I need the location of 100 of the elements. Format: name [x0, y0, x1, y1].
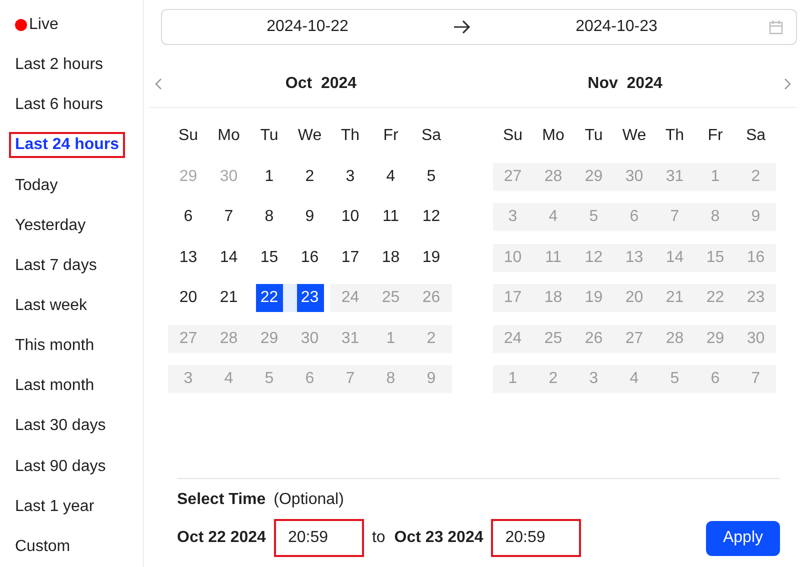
- calendar-day[interactable]: 3: [574, 365, 614, 393]
- calendar-day[interactable]: 6: [695, 365, 736, 393]
- calendar-day[interactable]: 2: [411, 324, 452, 352]
- calendar-day[interactable]: 20: [168, 284, 208, 312]
- date-range-field[interactable]: 2024-10-22 2024-10-23: [161, 9, 797, 45]
- calendar-day[interactable]: 7: [330, 365, 370, 393]
- range-preset[interactable]: Last month: [9, 373, 100, 400]
- calendar-day[interactable]: 9: [290, 203, 330, 231]
- calendar-day[interactable]: 16: [736, 244, 776, 272]
- calendar-day[interactable]: 8: [370, 365, 411, 393]
- calendar-day[interactable]: 27: [168, 324, 208, 352]
- calendar-day[interactable]: 24: [492, 324, 533, 352]
- calendar-day[interactable]: 17: [330, 244, 370, 272]
- calendar-day[interactable]: 7: [654, 203, 695, 231]
- range-preset[interactable]: Last 24 hours: [9, 132, 126, 158]
- calendar-day[interactable]: 5: [411, 162, 452, 190]
- range-preset[interactable]: Last 1 year: [9, 494, 100, 520]
- calendar-day[interactable]: 6: [168, 203, 208, 231]
- calendar-day[interactable]: 3: [492, 203, 533, 231]
- calendar-day[interactable]: 1: [695, 162, 736, 190]
- calendar-day[interactable]: 30: [290, 324, 330, 352]
- calendar-day[interactable]: 29: [574, 162, 614, 190]
- calendar-day[interactable]: 11: [370, 203, 411, 231]
- calendar-day[interactable]: 21: [208, 284, 249, 312]
- calendar-day[interactable]: 31: [330, 324, 370, 352]
- calendar-day[interactable]: 1: [249, 162, 290, 190]
- calendar-day[interactable]: 12: [411, 203, 452, 231]
- calendar-day[interactable]: 31: [654, 162, 695, 190]
- calendar-day[interactable]: 18: [370, 244, 411, 272]
- calendar-day[interactable]: 27: [614, 324, 654, 352]
- calendar-day[interactable]: 4: [208, 365, 249, 393]
- calendar-day[interactable]: 5: [249, 365, 290, 393]
- calendar-day[interactable]: 4: [533, 203, 574, 231]
- calendar-day[interactable]: 4: [370, 162, 411, 190]
- range-preset[interactable]: Last 90 days: [9, 454, 112, 480]
- time-input[interactable]: 20:59: [491, 519, 582, 557]
- calendar-day[interactable]: 28: [654, 324, 695, 352]
- calendar-day[interactable]: 14: [654, 244, 695, 272]
- calendar-day[interactable]: 7: [736, 365, 776, 393]
- calendar-day[interactable]: 19: [411, 244, 452, 272]
- calendar-day[interactable]: 2: [736, 162, 776, 190]
- calendar-day[interactable]: 30: [736, 324, 776, 352]
- calendar-day[interactable]: 2: [290, 162, 330, 190]
- calendar-day[interactable]: 4: [614, 365, 654, 393]
- calendar-day[interactable]: 5: [654, 365, 695, 393]
- calendar-day[interactable]: 19: [574, 284, 614, 312]
- calendar-day[interactable]: 15: [695, 244, 736, 272]
- calendar-day[interactable]: 26: [574, 324, 614, 352]
- calendar-day[interactable]: 24: [330, 284, 370, 312]
- range-preset[interactable]: This month: [9, 333, 100, 360]
- calendar-day[interactable]: 2: [533, 365, 574, 393]
- range-preset[interactable]: Live: [9, 12, 64, 38]
- range-preset[interactable]: Last 6 hours: [9, 92, 110, 118]
- range-preset[interactable]: Today: [9, 172, 64, 199]
- calendar-day[interactable]: 15: [249, 244, 290, 272]
- calendar-day[interactable]: 28: [533, 162, 574, 190]
- calendar-day[interactable]: 22: [695, 284, 736, 312]
- calendar-day[interactable]: 29: [168, 162, 208, 190]
- calendar-day[interactable]: 18: [533, 284, 574, 312]
- calendar-day[interactable]: 3: [330, 162, 370, 190]
- calendar-day[interactable]: 20: [614, 284, 654, 312]
- calendar-day[interactable]: 26: [411, 284, 452, 312]
- calendar-day[interactable]: 8: [695, 203, 736, 231]
- calendar-day[interactable]: 9: [411, 365, 452, 393]
- calendar-day[interactable]: 27: [492, 162, 533, 190]
- calendar-day[interactable]: 5: [574, 203, 614, 231]
- calendar-day[interactable]: 12: [574, 244, 614, 272]
- calendar-day[interactable]: 14: [208, 244, 249, 272]
- calendar-day[interactable]: 13: [168, 244, 208, 272]
- calendar-day[interactable]: 10: [492, 244, 533, 272]
- calendar-day[interactable]: 17: [492, 284, 533, 312]
- calendar-day[interactable]: 23: [736, 284, 776, 312]
- calendar-day[interactable]: 13: [614, 244, 654, 272]
- range-preset[interactable]: Last 30 days: [9, 413, 112, 440]
- calendar-day[interactable]: 6: [614, 203, 654, 231]
- calendar-day[interactable]: 9: [736, 203, 776, 231]
- range-preset[interactable]: Last 2 hours: [9, 52, 110, 78]
- range-preset[interactable]: Last 7 days: [9, 252, 103, 279]
- calendar-day[interactable]: 6: [290, 365, 330, 393]
- calendar-day[interactable]: 1: [370, 324, 411, 352]
- calendar-day[interactable]: 8: [249, 203, 290, 231]
- calendar-day[interactable]: 7: [208, 203, 249, 231]
- calendar-day[interactable]: 25: [533, 324, 574, 352]
- calendar-day[interactable]: 30: [614, 162, 654, 190]
- calendar-day[interactable]: 30: [208, 162, 249, 190]
- range-preset[interactable]: Custom: [9, 534, 76, 560]
- calendar-day[interactable]: 11: [533, 244, 574, 272]
- calendar-day[interactable]: 28: [208, 324, 249, 352]
- calendar-day[interactable]: 25: [370, 284, 411, 312]
- calendar-day[interactable]: 3: [168, 365, 208, 393]
- range-preset[interactable]: Yesterday: [9, 212, 92, 239]
- calendar-day[interactable]: 29: [695, 324, 736, 352]
- calendar-day[interactable]: 21: [654, 284, 695, 312]
- apply-button[interactable]: Apply: [706, 520, 780, 556]
- calendar-day[interactable]: 10: [330, 203, 370, 231]
- calendar-day[interactable]: 16: [290, 244, 330, 272]
- range-preset[interactable]: Last week: [9, 293, 94, 320]
- time-input[interactable]: 20:59: [274, 519, 364, 557]
- calendar-day[interactable]: 1: [492, 365, 533, 393]
- calendar-day[interactable]: 29: [249, 324, 290, 352]
